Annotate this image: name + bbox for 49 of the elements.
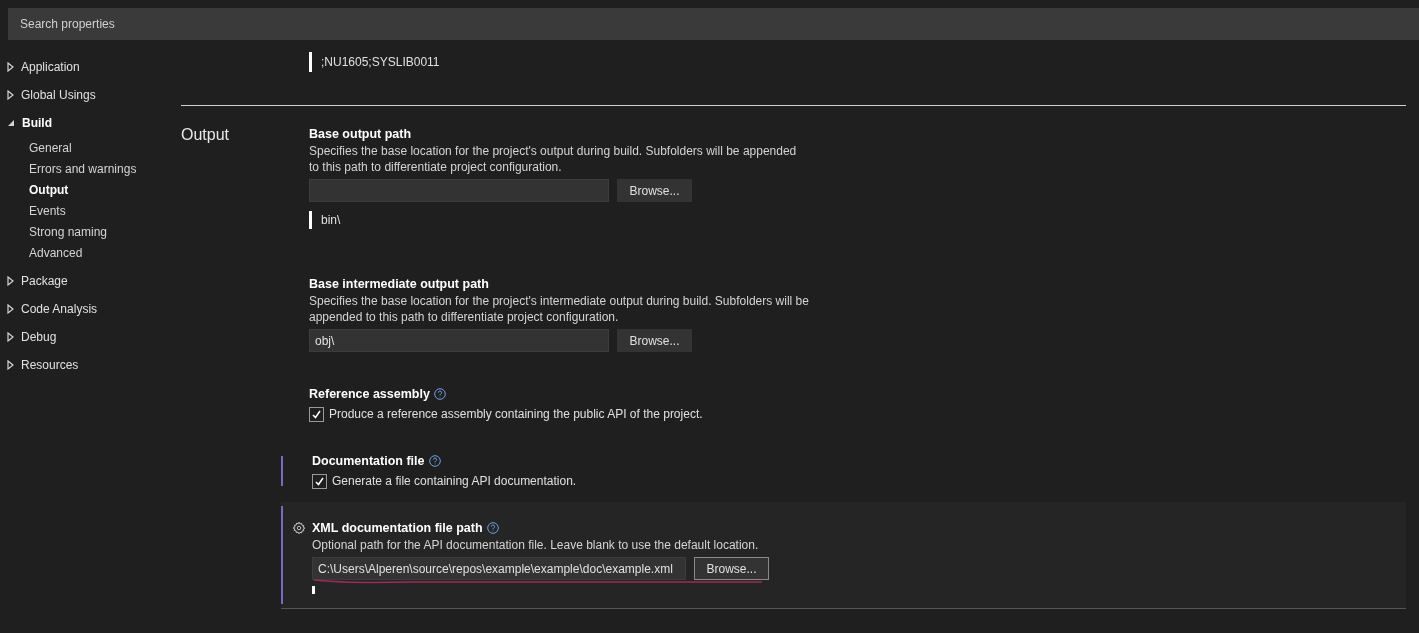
sidebar-item[interactable]: Global Usings (7, 81, 181, 109)
checkbox[interactable] (309, 406, 324, 422)
collapsed-icon (7, 332, 14, 342)
property-description: Specifies the base location for the project's intermediate output during build. Subfolders will be appended to this path to differentiate project configuration. (309, 293, 809, 325)
expanded-icon (7, 119, 15, 127)
sidebar-subitem[interactable]: General (7, 137, 181, 158)
collapsed-icon (7, 360, 14, 370)
collapsed-icon (7, 62, 14, 72)
browse-button[interactable]: Browse... (617, 329, 692, 352)
property-description: Optional path for the API documentation file. Leave blank to use the default location. (312, 537, 760, 553)
path-field[interactable]: obj\ (309, 329, 609, 352)
section-title: Output (181, 125, 231, 145)
sidebar-subitem[interactable]: Advanced (7, 242, 181, 263)
value-bar (309, 211, 312, 229)
sidebar-item[interactable]: Debug (7, 323, 181, 351)
path-field[interactable]: C:\Users\Alperen\source\repos\example\example\doc\example.xml (312, 557, 686, 580)
sidebar-subitem[interactable]: Strong naming (7, 221, 181, 242)
browse-button[interactable]: Browse... (617, 179, 692, 202)
checkbox[interactable] (312, 473, 327, 489)
settings-icon[interactable] (292, 521, 306, 535)
help-icon[interactable] (433, 388, 446, 400)
path-field[interactable] (309, 179, 609, 202)
evaluated-value: bin\ (321, 212, 341, 229)
collapsed-icon (7, 304, 14, 314)
property-title: Documentation file (312, 453, 425, 470)
property-title: Reference assembly (309, 386, 430, 403)
value-bar (309, 52, 312, 72)
previous-value: ;NU1605;SYSLIB0011 (321, 54, 440, 71)
checkbox-label: Generate a file containing API documentation. (332, 473, 577, 490)
sidebar-item[interactable]: Resources (7, 351, 181, 379)
sidebar-item[interactable]: Build (7, 109, 181, 137)
collapsed-icon (7, 90, 14, 100)
sidebar-item[interactable]: Package (7, 267, 181, 295)
sidebar-subitem[interactable]: Errors and warnings (7, 158, 181, 179)
sidebar-subitem[interactable]: Output (7, 179, 181, 200)
checkbox-label: Produce a reference assembly containing the public API of the project. (329, 406, 703, 423)
collapsed-icon (7, 276, 14, 286)
sidebar-item[interactable]: Application (7, 53, 181, 81)
property-title: XML documentation file path (312, 520, 483, 537)
property-title: Base intermediate output path (309, 276, 489, 293)
search-field[interactable]: Search properties (8, 8, 1419, 40)
sidebar-item[interactable]: Code Analysis (7, 295, 181, 323)
browse-button[interactable]: Browse... (694, 557, 769, 580)
sidebar-subitem[interactable]: Events (7, 200, 181, 221)
text-cursor (312, 586, 315, 594)
help-icon[interactable] (428, 455, 441, 467)
help-icon[interactable] (486, 522, 499, 534)
property-title: Base output path (309, 126, 412, 143)
property-description: Specifies the base location for the project's output during build. Subfolders will be appended to this path to differentiate project configuration. (309, 143, 798, 175)
